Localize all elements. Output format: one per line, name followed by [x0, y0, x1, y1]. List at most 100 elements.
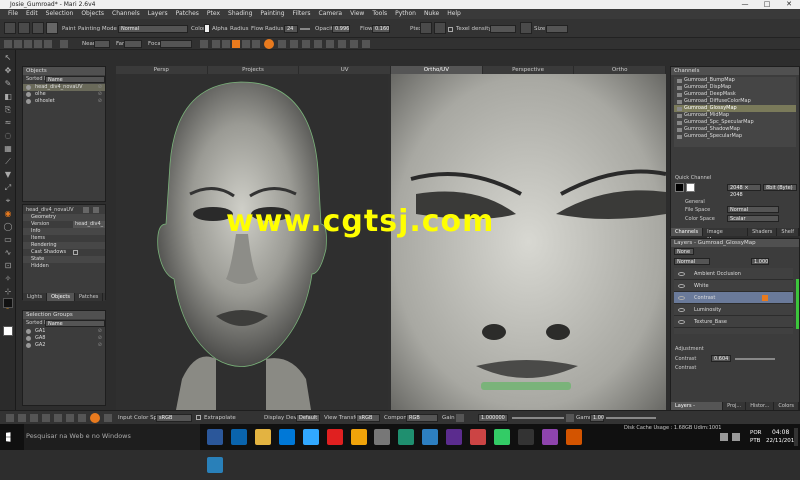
eye-icon[interactable]	[678, 272, 685, 276]
menu-help[interactable]: Help	[443, 9, 465, 19]
shader-icon[interactable]	[302, 40, 310, 48]
tab-ortho[interactable]: Ortho	[574, 66, 667, 74]
undo-icon[interactable]	[18, 22, 30, 34]
visibility-icon[interactable]	[26, 329, 31, 334]
channel-row[interactable]: Gumroad_DispMap	[674, 84, 796, 91]
quick-channel-size-select[interactable]: 2048 × 2048	[727, 184, 761, 198]
size-input[interactable]	[546, 25, 568, 33]
app-icon[interactable]	[422, 429, 439, 445]
info-section[interactable]: Info	[23, 228, 105, 235]
slice-tool-icon[interactable]: ⟋	[3, 157, 13, 167]
app-icon[interactable]	[565, 429, 582, 445]
select-tool-icon[interactable]: ↖	[3, 53, 13, 63]
premiere-icon[interactable]	[446, 429, 463, 445]
version-select[interactable]: head_div4_	[73, 221, 106, 228]
general-section-label[interactable]: General	[685, 199, 705, 205]
layer-icon[interactable]	[290, 40, 298, 48]
eye-icon[interactable]	[678, 296, 685, 300]
windows-start-icon[interactable]	[6, 432, 11, 442]
menu-filters[interactable]: Filters	[289, 9, 315, 19]
clock-date[interactable]: 22/11/2015	[766, 438, 798, 444]
brush-icon[interactable]	[222, 40, 230, 48]
paint-tool-icon[interactable]: ✎	[3, 79, 13, 89]
fill-tool-icon[interactable]: ▼	[3, 170, 13, 180]
marquee-tool-icon[interactable]: ▭	[3, 235, 13, 245]
visibility-icon[interactable]	[26, 343, 31, 348]
gain-reset-icon[interactable]	[456, 414, 464, 422]
sphere-icon[interactable]	[350, 40, 358, 48]
display-device-select[interactable]: Default	[296, 414, 320, 422]
symmetry-icon[interactable]	[78, 414, 86, 422]
tab-channels[interactable]: Channels	[671, 228, 704, 236]
channel-row[interactable]: Gumroad_SpecularMap	[674, 133, 796, 140]
viewport-canvas[interactable]	[116, 74, 666, 410]
photoshop-icon[interactable]	[302, 429, 319, 445]
menu-selection[interactable]: Selection	[42, 9, 78, 19]
foreground-color-swatch[interactable]	[204, 24, 210, 33]
painting-mode-select[interactable]: Normal	[118, 25, 188, 33]
menu-edit[interactable]: Edit	[22, 9, 42, 19]
tab-ortho-uv[interactable]: Ortho/UV	[391, 66, 483, 74]
menu-camera[interactable]: Camera	[315, 9, 347, 19]
blend-mode-select[interactable]: Normal	[674, 258, 710, 265]
keyboard-layout[interactable]: PTB	[750, 438, 760, 444]
menu-file[interactable]: File	[4, 9, 22, 19]
texel-density-input[interactable]	[490, 25, 516, 33]
patch-icon[interactable]	[362, 40, 370, 48]
layer-row[interactable]: Ambient Occlusion	[674, 268, 793, 280]
task-view-icon[interactable]	[207, 429, 223, 445]
file-space-select[interactable]: Normal	[727, 206, 779, 213]
channel-row[interactable]: Gumroad_BumpMap	[674, 77, 796, 84]
layer-row[interactable]: Texture_Base	[674, 316, 793, 328]
tab-colors[interactable]: Colors	[774, 402, 799, 410]
viewport[interactable]: www.cgtsj.com	[116, 74, 666, 410]
menu-layers[interactable]: Layers	[144, 9, 172, 19]
uv-texture-view[interactable]	[391, 74, 666, 410]
tab-lights[interactable]: Lights	[23, 293, 48, 301]
app-icon[interactable]	[350, 429, 367, 445]
menu-tools[interactable]: Tools	[368, 9, 391, 19]
grid-icon[interactable]	[520, 22, 532, 34]
channel-row[interactable]: Gumroad_GlossyMap	[674, 105, 796, 112]
quick-channel-depth-select[interactable]: 8bit (Byte)	[763, 184, 797, 191]
show-desktop-button[interactable]	[794, 428, 798, 446]
channel-row[interactable]: Gumroad_Spc_SpecularMap	[674, 119, 796, 126]
render-icon[interactable]	[314, 40, 322, 48]
object-row[interactable]: head_div4_novaUV ⊘	[23, 84, 105, 91]
network-icon[interactable]	[720, 433, 728, 441]
file-explorer-icon[interactable]	[254, 429, 271, 445]
channel-row[interactable]: Gumroad_MidMap	[674, 112, 796, 119]
object-row[interactable]: olhe ⊘	[23, 91, 105, 98]
gain-slider[interactable]	[512, 417, 564, 419]
save-icon[interactable]	[4, 22, 16, 34]
background-color-icon[interactable]	[3, 326, 13, 336]
menu-python[interactable]: Python	[391, 9, 420, 19]
menu-shading[interactable]: Shading	[224, 9, 256, 19]
maximize-button[interactable]: □	[756, 0, 778, 9]
selection-group-row[interactable]: GA2 ⊘	[23, 342, 105, 349]
channel-row[interactable]: Gumroad_DeepMask	[674, 91, 796, 98]
display-icon[interactable]	[338, 40, 346, 48]
ptex-settings-icon[interactable]	[434, 22, 446, 34]
geometry-section[interactable]: Geometry	[23, 214, 105, 221]
camera-icon[interactable]	[14, 40, 22, 48]
tab-shelf[interactable]: Shelf	[777, 228, 799, 236]
ptex-resolution-icon[interactable]	[420, 22, 432, 34]
transform-tool-icon[interactable]: ⤢	[3, 183, 13, 193]
gamma-reset-icon[interactable]	[566, 414, 574, 422]
zbrush-icon[interactable]	[374, 429, 391, 445]
tab-projectors[interactable]: Proj...	[723, 402, 747, 410]
gain-input[interactable]: 1.000000	[478, 414, 508, 422]
measure-tool-icon[interactable]: ⊹	[3, 287, 13, 297]
foreground-color-icon[interactable]	[3, 298, 13, 308]
move-tool-icon[interactable]: ✥	[3, 66, 13, 76]
extrapolate-checkbox[interactable]	[196, 415, 201, 420]
tab-image-manager[interactable]: Image Manager	[703, 228, 749, 243]
mari-icon[interactable]	[326, 429, 343, 445]
tab-patches[interactable]: Patches	[75, 293, 104, 301]
layer-row[interactable]: White	[674, 280, 793, 292]
tab-perspective[interactable]: Perspective	[483, 66, 575, 74]
lasso-tool-icon[interactable]: ◯	[3, 222, 13, 232]
tab-layers[interactable]: Layers - Gumroad_Glos...	[671, 402, 724, 417]
color-management-icon[interactable]	[90, 413, 100, 423]
